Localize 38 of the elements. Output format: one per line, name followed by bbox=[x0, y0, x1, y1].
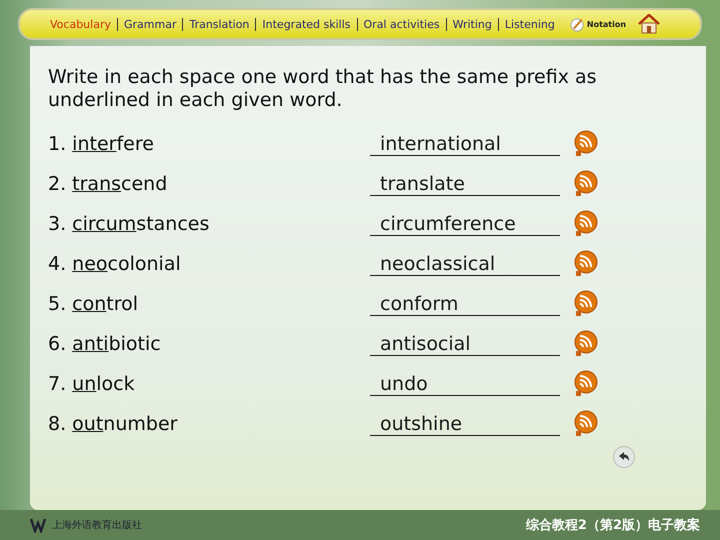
answer-line: undo bbox=[370, 372, 560, 396]
answer-line: outshine bbox=[370, 412, 560, 436]
audio-balloon-icon[interactable] bbox=[572, 210, 598, 238]
audio-balloon-icon[interactable] bbox=[572, 130, 598, 158]
course-title: 综合教程2（第2版）电子教案 bbox=[526, 516, 700, 534]
audio-balloon-icon[interactable] bbox=[572, 250, 598, 278]
nav-tab[interactable]: Writing bbox=[452, 18, 492, 30]
back-arrow-button[interactable] bbox=[613, 446, 635, 468]
nav-tab[interactable]: Grammar bbox=[124, 18, 176, 30]
given-word: 4. neocolonial bbox=[48, 253, 182, 275]
audio-balloon-icon[interactable] bbox=[572, 370, 598, 398]
given-word: 2. transcend bbox=[48, 173, 168, 195]
answer-line: conform bbox=[370, 292, 560, 316]
answer-line: international bbox=[370, 132, 560, 156]
given-word: 1. interfere bbox=[48, 133, 155, 155]
given-word: 7. unlock bbox=[48, 373, 136, 395]
nav-tab[interactable]: Translation bbox=[189, 18, 250, 30]
given-word: 3. circumstances bbox=[48, 213, 210, 235]
nav-tab[interactable]: Integrated skills bbox=[262, 18, 351, 30]
audio-balloon-icon[interactable] bbox=[572, 330, 598, 358]
audio-balloon-icon[interactable] bbox=[572, 410, 598, 438]
answer-line: neoclassical bbox=[370, 252, 560, 276]
nav-tab[interactable]: Oral activities bbox=[364, 18, 440, 30]
nav-tab[interactable]: Vocabulary bbox=[50, 18, 111, 30]
answer-line: antisocial bbox=[370, 332, 560, 356]
answer-line: translate bbox=[370, 172, 560, 196]
notation-link[interactable]: Notation bbox=[586, 20, 626, 28]
instruction-text: Write in each space one word that has the same prefix as underlined in each given word. bbox=[48, 66, 598, 112]
nav-tab[interactable]: Listening bbox=[504, 18, 555, 30]
answer-line: circumference bbox=[370, 212, 560, 236]
pencil-icon[interactable] bbox=[568, 16, 585, 32]
given-word: 5. control bbox=[48, 293, 140, 315]
given-word: 8. outnumber bbox=[48, 413, 178, 435]
audio-balloon-icon[interactable] bbox=[572, 170, 598, 198]
home-icon[interactable] bbox=[638, 14, 660, 34]
publisher-name: 上海外语教育出版社 bbox=[52, 518, 142, 532]
audio-balloon-icon[interactable] bbox=[572, 290, 598, 318]
given-word: 6. antibiotic bbox=[48, 333, 162, 355]
